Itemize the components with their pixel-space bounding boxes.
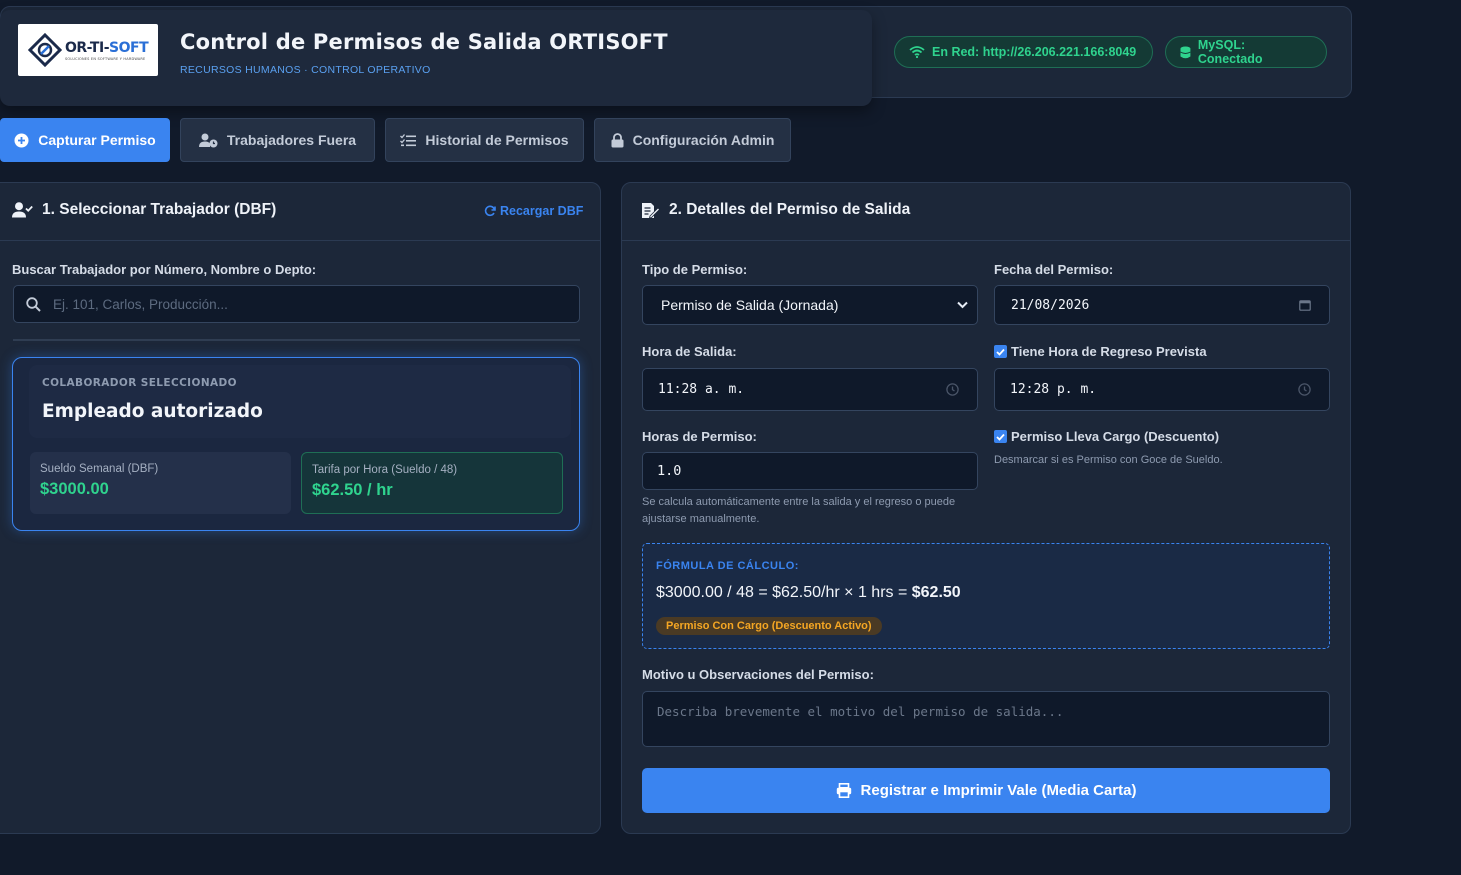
weekly-salary-label: Sueldo Semanal (DBF) — [40, 463, 159, 475]
user-clock-icon — [198, 133, 218, 147]
edit-file-icon — [642, 202, 660, 219]
hora-salida-input[interactable]: 11:28 a. m. — [642, 368, 978, 411]
tab-label: Trabajadores Fuera — [226, 132, 357, 148]
selected-caption: COLABORADOR SELECCIONADO — [42, 377, 237, 389]
page-subtitle: RECURSOS HUMANOS · CONTROL OPERATIVO — [180, 64, 431, 76]
lock-icon — [611, 132, 624, 147]
hourly-rate-value: $62.50 / hr — [312, 481, 393, 499]
regreso-checkbox-row[interactable]: Tiene Hora de Regreso Prevista — [994, 344, 1207, 359]
tab-capturar-permiso[interactable]: Capturar Permiso — [0, 118, 170, 162]
hourly-rate-label: Tarifa por Hora (Sueldo / 48) — [312, 464, 458, 476]
search-input[interactable]: Ej. 101, Carlos, Producción... — [13, 285, 580, 323]
search-icon — [26, 296, 41, 312]
motivo-placeholder: Describa brevemente el motivo del permis… — [657, 704, 1064, 719]
hora-salida-label: Hora de Salida: — [642, 344, 737, 359]
formula-result: $62.50 — [911, 584, 961, 601]
hora-regreso-input[interactable]: 12:28 p. m. — [994, 368, 1330, 411]
list-check-icon — [400, 133, 417, 146]
horas-value: 1.0 — [657, 463, 682, 479]
cargo-help: Desmarcar si es Permiso con Goce de Suel… — [994, 454, 1223, 466]
tab-trabajadores-fuera[interactable]: Trabajadores Fuera — [180, 118, 375, 162]
permit-details-title: 2. Detalles del Permiso de Salida — [641, 201, 910, 219]
tipo-select-value: Permiso de Salida (Jornada) — [661, 297, 839, 313]
regreso-checkbox[interactable] — [994, 345, 1007, 358]
hora-salida-value: 11:28 a. m. — [658, 382, 745, 397]
tab-label: Historial de Permisos — [425, 132, 569, 148]
regreso-checkbox-label: Tiene Hora de Regreso Prevista — [1011, 344, 1207, 359]
formula-text: $3000.00 / 48 = $62.50/hr × 1 hrs = — [656, 584, 912, 601]
weekly-salary-card: Sueldo Semanal (DBF) $3000.00 — [30, 452, 291, 514]
hourly-rate-card: Tarifa por Hora (Sueldo / 48) $62.50 / h… — [301, 452, 563, 514]
user-check-icon — [12, 202, 33, 218]
printer-icon — [836, 783, 851, 798]
formula-badge-wrap: Permiso Con Cargo (Descuento Activo) — [656, 614, 882, 635]
horas-help: Se calcula automáticamente entre la sali… — [642, 496, 956, 525]
tab-configuracion-admin[interactable]: Configuración Admin — [594, 118, 791, 162]
motivo-textarea[interactable]: Describa brevemente el motivo del permis… — [642, 691, 1330, 747]
horas-input[interactable]: 1.0 — [642, 452, 978, 490]
hora-regreso-value: 12:28 p. m. — [1010, 382, 1097, 397]
database-icon — [1180, 46, 1191, 58]
selected-worker-name: Empleado autorizado — [42, 401, 263, 422]
tipo-label: Tipo de Permiso: — [642, 262, 748, 277]
formula-caption: FÓRMULA DE CÁLCULO: — [656, 560, 799, 572]
cargo-checkbox-label: Permiso Lleva Cargo (Descuento) — [1011, 429, 1220, 444]
network-status-text: En Red: http://26.206.221.166:8049 — [932, 45, 1137, 59]
reload-dbf-button[interactable]: Recargar DBF — [484, 204, 583, 218]
cargo-checkbox-row[interactable]: Permiso Lleva Cargo (Descuento) — [994, 429, 1219, 444]
motivo-label: Motivo u Observaciones del Permiso: — [642, 667, 874, 682]
search-label: Buscar Trabajador por Número, Nombre o D… — [12, 262, 317, 277]
chevron-down-icon — [957, 301, 968, 309]
horas-label: Horas de Permiso: — [642, 429, 757, 444]
register-print-button[interactable]: Registrar e Imprimir Vale (Media Carta) — [642, 768, 1330, 813]
divider — [13, 339, 580, 341]
clock-icon — [1298, 383, 1311, 396]
wifi-icon — [909, 46, 925, 58]
weekly-salary-value: $3000.00 — [40, 480, 109, 498]
calendar-icon — [1299, 300, 1311, 311]
refresh-icon — [484, 205, 496, 217]
tab-historial-permisos[interactable]: Historial de Permisos — [385, 118, 584, 162]
tab-label: Capturar Permiso — [38, 132, 156, 148]
plus-circle-icon — [14, 133, 29, 147]
formula-box: FÓRMULA DE CÁLCULO: $3000.00 / 48 = $62.… — [642, 543, 1330, 649]
check-icon — [996, 348, 1005, 356]
cargo-checkbox[interactable] — [994, 430, 1007, 443]
register-print-label: Registrar e Imprimir Vale (Media Carta) — [860, 782, 1137, 799]
check-icon — [996, 433, 1005, 441]
tipo-select[interactable]: Permiso de Salida (Jornada) — [642, 285, 978, 325]
worker-select-title-text: 1. Seleccionar Trabajador (DBF) — [42, 201, 277, 218]
logo-brand-primary: OR-TI- — [65, 39, 110, 56]
db-status-text: MySQL: Conectado — [1197, 38, 1263, 66]
formula-badge: Permiso Con Cargo (Descuento Activo) — [656, 617, 882, 635]
permit-details-title-text: 2. Detalles del Permiso de Salida — [669, 201, 911, 218]
search-placeholder: Ej. 101, Carlos, Producción... — [53, 296, 228, 312]
reload-dbf-label: Recargar DBF — [500, 204, 584, 218]
page-title: Control de Permisos de Salida ORTISOFT — [180, 30, 668, 54]
tab-label: Configuración Admin — [632, 132, 775, 148]
fecha-value: 21/08/2026 — [1011, 297, 1090, 313]
db-status-badge: MySQL: Conectado — [1165, 36, 1327, 68]
logo-tagline: SOLUCIONES EN SOFTWARE Y HARDWARE — [65, 56, 146, 61]
company-logo: OR-TI-SOFT SOLUCIONES EN SOFTWARE Y HARD… — [18, 24, 158, 76]
worker-select-title: 1. Seleccionar Trabajador (DBF) — [12, 201, 276, 219]
logo-brand-secondary: SOFT — [109, 39, 149, 56]
logo-mark-icon — [28, 33, 62, 67]
fecha-label: Fecha del Permiso: — [994, 262, 1114, 277]
formula-line: $3000.00 / 48 = $62.50/hr × 1 hrs = $62.… — [656, 584, 961, 602]
fecha-input[interactable]: 21/08/2026 — [994, 285, 1330, 325]
clock-icon — [946, 383, 959, 396]
network-status-badge: En Red: http://26.206.221.166:8049 — [894, 36, 1153, 68]
